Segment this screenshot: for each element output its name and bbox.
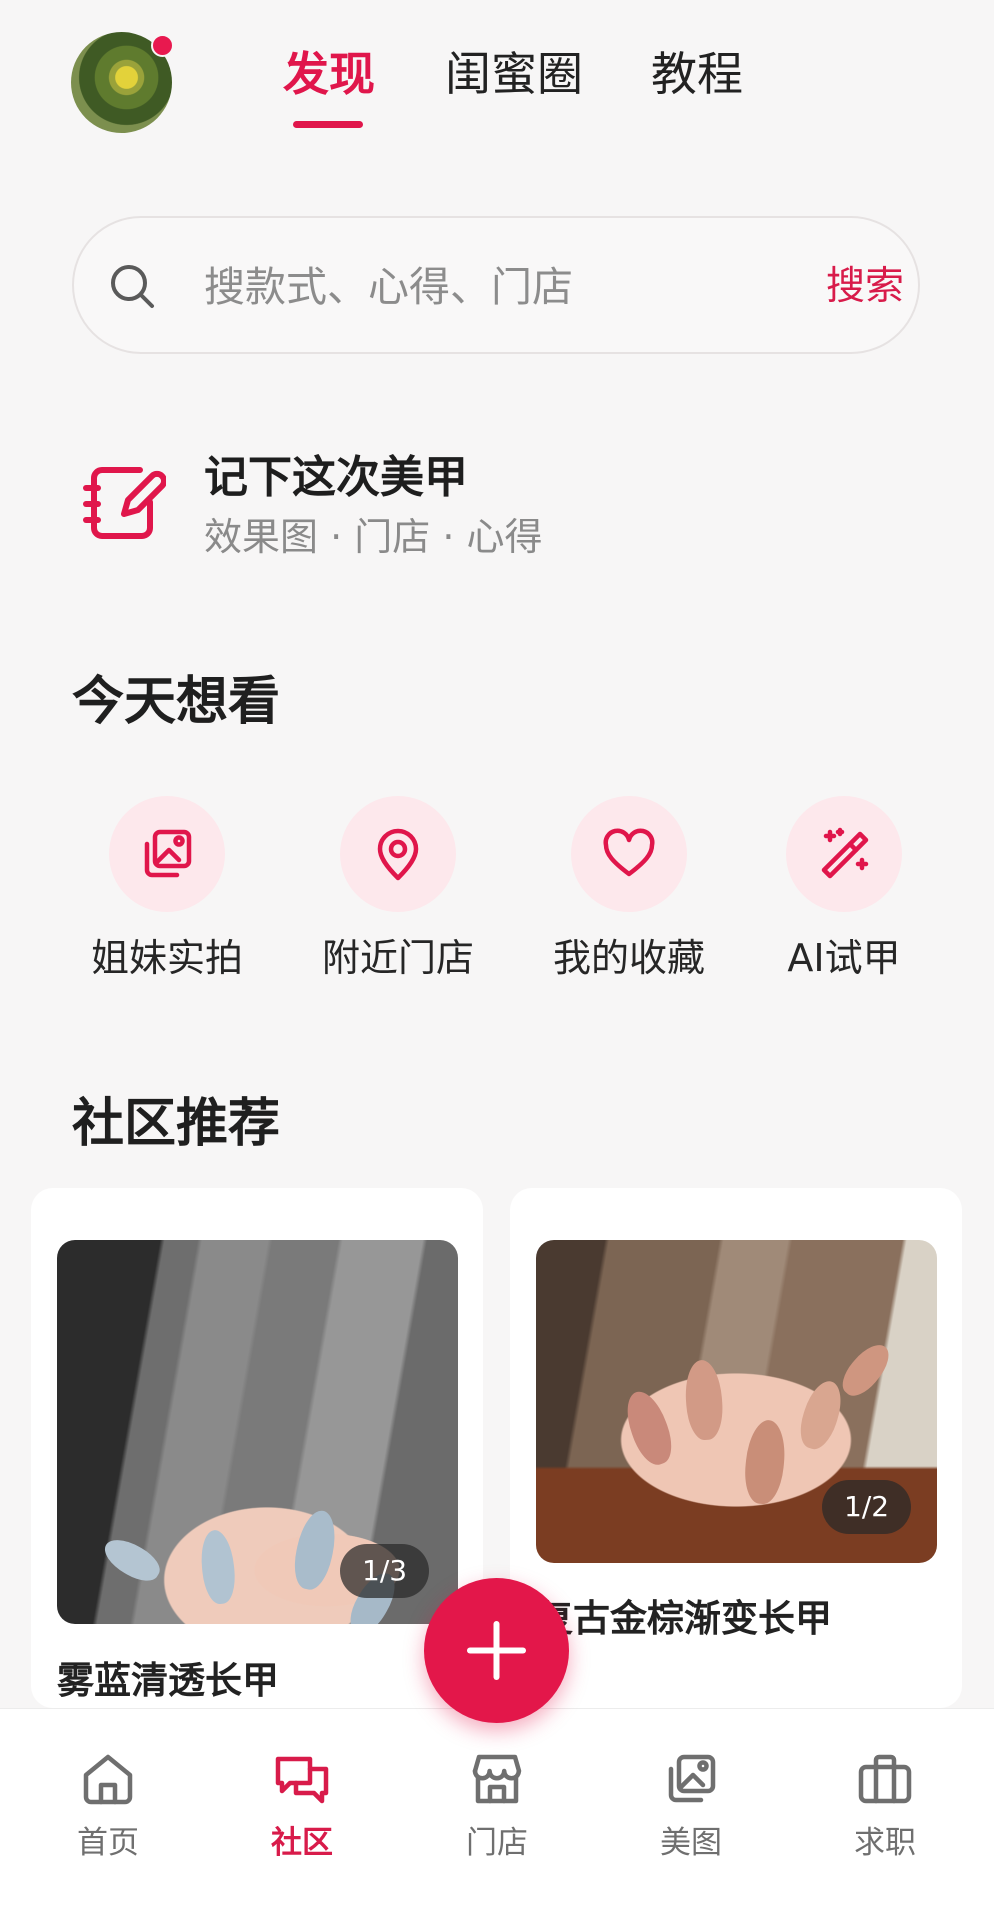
record-title[interactable]: 记下这次美甲	[204, 450, 468, 506]
nav-item-stores[interactable]: 门店	[398, 1709, 596, 1921]
post-title[interactable]: 雾蓝清透长甲	[57, 1656, 279, 1706]
post-image[interactable]: 1/3	[57, 1240, 458, 1624]
nav-label: 求职	[854, 1825, 916, 1861]
quick-entry-label: 附近门店	[321, 936, 474, 980]
quick-entry-nearby[interactable]	[340, 796, 456, 912]
nav-item-jobs[interactable]: 求职	[786, 1709, 984, 1921]
photo-icon	[668, 1754, 716, 1803]
quick-entry-favorites[interactable]	[571, 796, 687, 912]
quick-entry-label: 姐妹实拍	[90, 936, 243, 980]
post-image[interactable]: 1/2	[536, 1240, 937, 1563]
home-icon	[83, 1754, 133, 1805]
create-post-button[interactable]	[424, 1578, 569, 1723]
magic-wand-icon	[821, 827, 869, 879]
record-subtitle: 效果图 · 门店 · 心得	[204, 515, 543, 559]
location-pin-icon	[377, 828, 419, 881]
nav-label: 门店	[466, 1825, 528, 1861]
section-title-today: 今天想看	[72, 672, 281, 732]
chat-bubbles-icon	[275, 1756, 329, 1804]
heart-icon	[603, 828, 655, 877]
nav-label: 美图	[660, 1825, 722, 1861]
search-icon	[111, 265, 154, 308]
image-counter-badge: 1/2	[822, 1480, 912, 1534]
tab-besties[interactable]: 闺蜜圈	[445, 44, 583, 104]
nav-label: 社区	[271, 1825, 333, 1861]
store-icon	[472, 1754, 522, 1804]
tab-tutorials[interactable]: 教程	[651, 44, 743, 104]
bottom-navigation: 首页 社区 门店 美图 求职	[0, 1708, 994, 1921]
avatar[interactable]	[71, 32, 174, 133]
plus-icon	[467, 1621, 526, 1680]
search-button[interactable]: 搜索	[826, 262, 904, 312]
quick-entry-label: 我的收藏	[552, 936, 705, 980]
briefcase-icon	[858, 1754, 912, 1804]
quick-entry-label: AI试甲	[787, 936, 901, 980]
photo-gallery-icon	[144, 829, 192, 878]
active-tab-indicator	[293, 121, 363, 128]
nav-label: 首页	[77, 1825, 139, 1861]
tab-discover[interactable]: 发现	[283, 44, 375, 104]
section-title-community: 社区推荐	[72, 1094, 281, 1154]
notification-dot	[151, 34, 174, 57]
quick-entry-photos[interactable]	[109, 796, 225, 912]
image-counter-badge: 1/3	[340, 1544, 430, 1598]
nav-item-gallery[interactable]: 美图	[592, 1709, 790, 1921]
nav-item-community[interactable]: 社区	[203, 1709, 401, 1921]
nav-item-home[interactable]: 首页	[9, 1709, 207, 1921]
quick-entry-ai-try[interactable]	[786, 796, 902, 912]
search-input[interactable]	[204, 258, 764, 316]
notebook-edit-icon[interactable]	[80, 458, 166, 544]
post-title[interactable]: 复古金棕渐变长甲	[536, 1594, 832, 1644]
